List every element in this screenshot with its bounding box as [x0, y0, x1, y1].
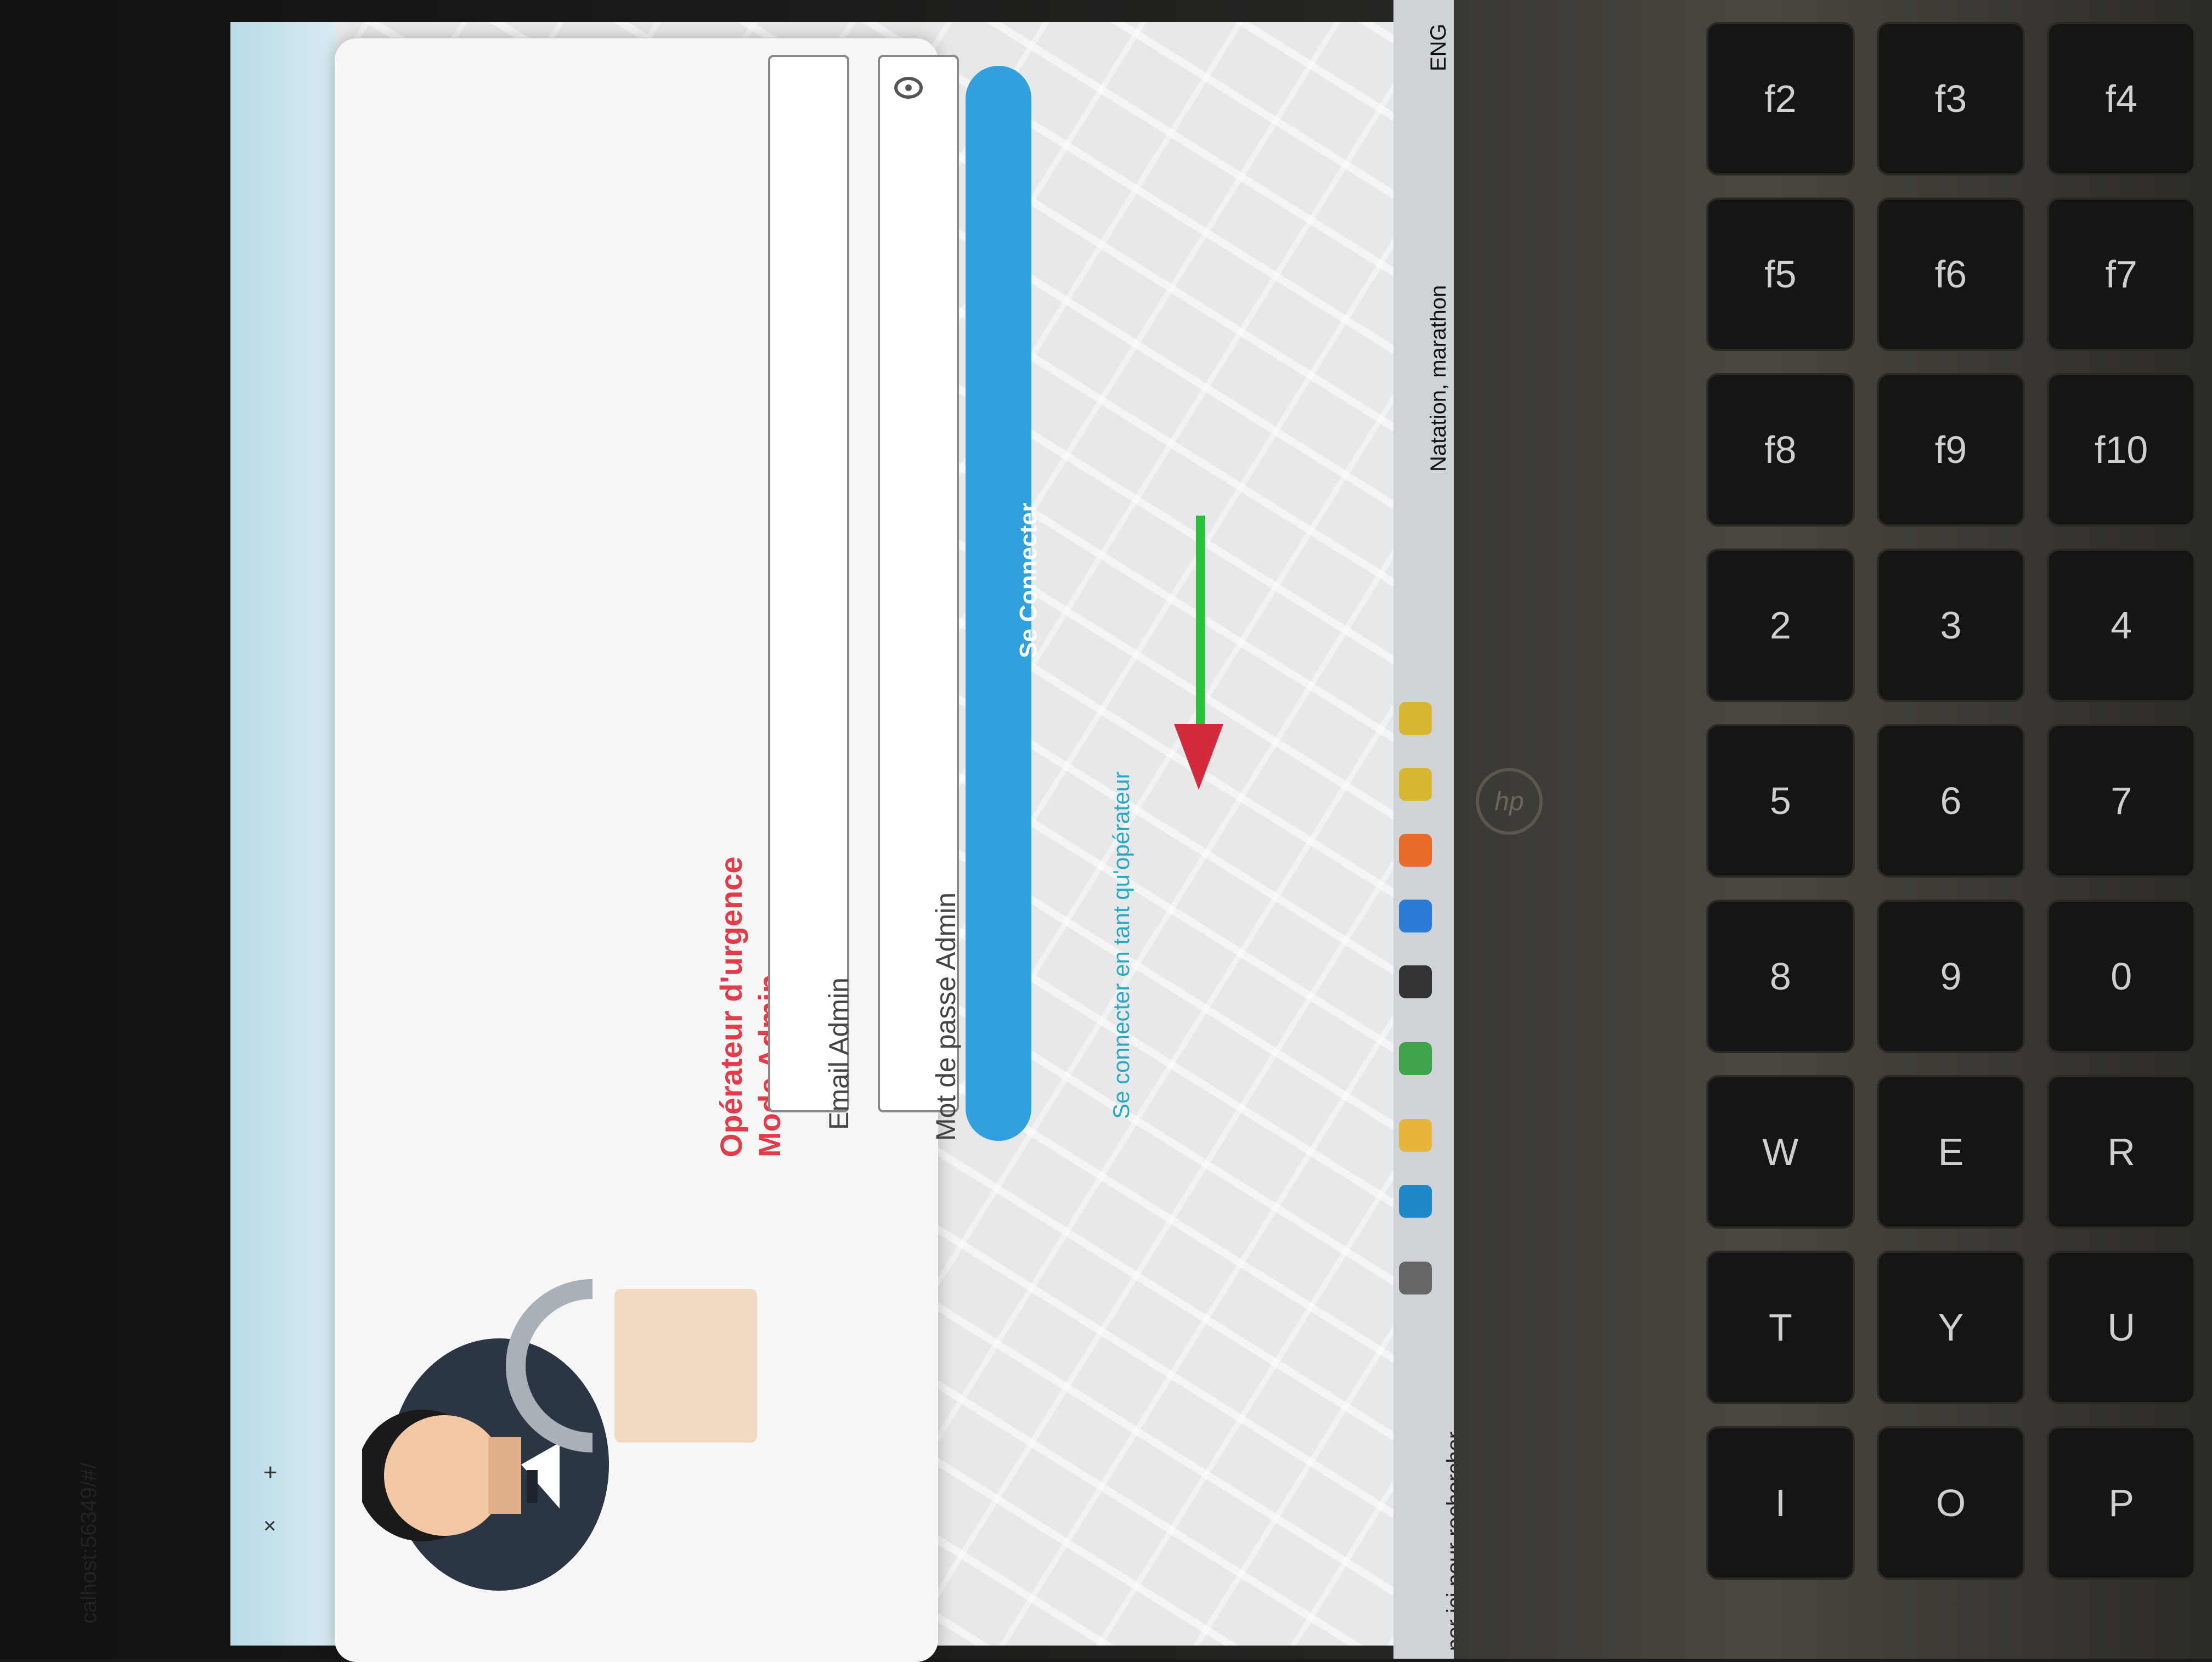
keyboard-key[interactable]: f10: [2047, 373, 2196, 527]
keyboard-key[interactable]: 6: [1876, 724, 2025, 878]
page-title: Opérateur d'urgence: [714, 856, 748, 1157]
weather-widget[interactable]: Natation, marathon: [1426, 285, 1451, 472]
new-tab-button[interactable]: +: [263, 1459, 278, 1486]
keyboard-key[interactable]: 3: [1876, 549, 2025, 702]
keyboard-key[interactable]: f5: [1706, 197, 1855, 351]
vscode-icon[interactable]: [1399, 900, 1432, 932]
admin-avatar-icon: [362, 1279, 757, 1591]
keyboard-key[interactable]: U: [2047, 1251, 2196, 1404]
keyboard-key[interactable]: W: [1706, 1075, 1855, 1229]
keyboard-key[interactable]: f4: [2047, 22, 2196, 176]
app-icon[interactable]: [1399, 834, 1432, 867]
keyboard-key[interactable]: I: [1706, 1426, 1855, 1580]
keyboard-key[interactable]: f6: [1876, 197, 2025, 351]
keyboard-key[interactable]: f3: [1876, 22, 2025, 176]
address-bar[interactable]: calhost:56349/#/: [77, 1462, 101, 1624]
email-field[interactable]: [768, 55, 849, 1112]
keyboard-key[interactable]: 9: [1876, 900, 2025, 1053]
edge-icon[interactable]: [1399, 1185, 1432, 1218]
keyboard-key[interactable]: O: [1876, 1426, 2025, 1580]
keyboard-key[interactable]: E: [1876, 1075, 2025, 1229]
mail-icon[interactable]: [1399, 965, 1432, 998]
hp-logo-icon: hp: [1476, 768, 1543, 835]
task-view-icon[interactable]: [1399, 1262, 1432, 1294]
chrome-icon[interactable]: [1399, 702, 1432, 735]
password-placeholder: Mot de passe Admin: [930, 892, 961, 1141]
keyboard-key[interactable]: f7: [2047, 197, 2196, 351]
show-password-icon[interactable]: [894, 77, 923, 99]
language-indicator[interactable]: ENG: [1426, 24, 1451, 71]
store-icon[interactable]: [1399, 1042, 1432, 1075]
keyboard-key[interactable]: 8: [1706, 900, 1855, 1053]
browser-chrome: × +: [230, 22, 335, 1646]
close-tab-icon[interactable]: ×: [263, 1514, 276, 1539]
keyboard-key[interactable]: T: [1706, 1251, 1855, 1404]
keyboard-key[interactable]: 4: [2047, 549, 2196, 702]
operator-login-link[interactable]: Se connecter en tant qu'opérateur: [1108, 771, 1135, 1119]
map-route-line: [1196, 516, 1205, 724]
keyboard-key[interactable]: 0: [2047, 900, 2196, 1053]
windows-taskbar: [1393, 0, 1454, 1659]
keyboard-key[interactable]: 5: [1706, 724, 1855, 878]
keyboard-key[interactable]: Y: [1876, 1251, 2025, 1404]
keyboard-key[interactable]: f8: [1706, 373, 1855, 527]
keyboard-key[interactable]: f2: [1706, 22, 1855, 176]
keyboard-key[interactable]: R: [2047, 1075, 2196, 1229]
chrome-icon[interactable]: [1399, 768, 1432, 801]
email-placeholder: Email Admin: [823, 977, 854, 1130]
keyboard-key[interactable]: 7: [2047, 724, 2196, 878]
keyboard-key[interactable]: P: [2047, 1426, 2196, 1580]
keyboard: f2 f3 f4 f5 f6 f7 f8 f9 f10 2 3 4 5 6 7 8 9 0 W E R T Y U I O P: [1690, 0, 2212, 1659]
file-explorer-icon[interactable]: [1399, 1119, 1432, 1152]
keyboard-key[interactable]: f9: [1876, 373, 2025, 527]
login-button-label: Se Connecter: [1015, 502, 1042, 658]
keyboard-key[interactable]: 2: [1706, 549, 1855, 702]
